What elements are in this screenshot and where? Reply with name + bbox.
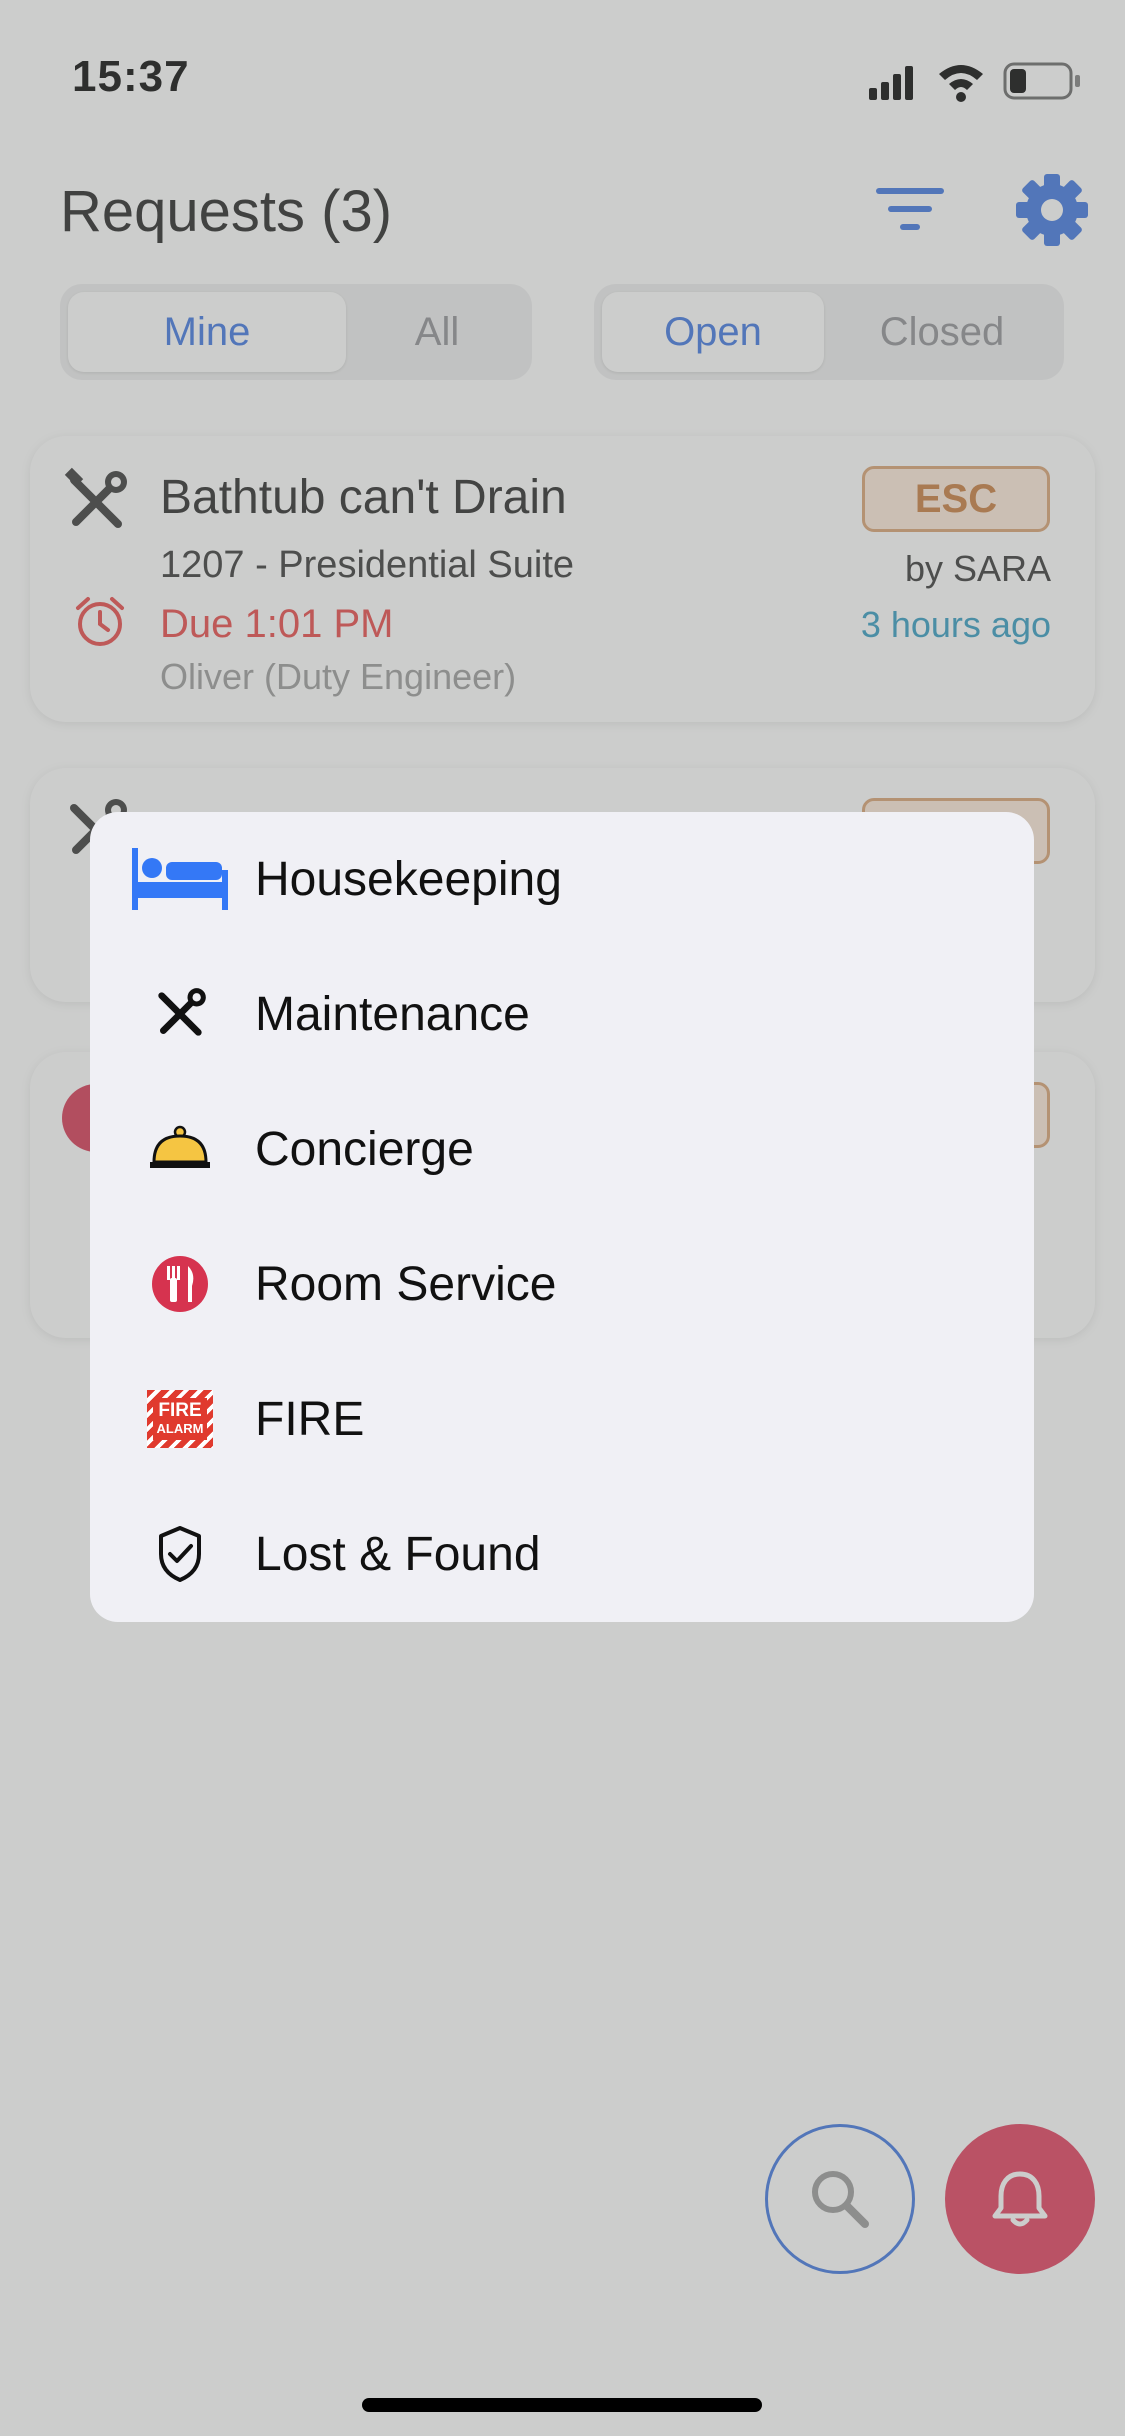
- menu-item-label: Lost & Found: [255, 1528, 541, 1581]
- menu-item-fire[interactable]: FIRE ALARM FIRE: [90, 1352, 1034, 1487]
- fire-icon-text: FIRE: [158, 1400, 202, 1421]
- menu-item-maintenance[interactable]: Maintenance: [90, 947, 1034, 1082]
- menu-item-concierge[interactable]: Concierge: [90, 1082, 1034, 1217]
- service-bell-icon: [130, 1114, 230, 1184]
- bed-icon: [130, 844, 230, 914]
- menu-item-label: Housekeeping: [255, 853, 562, 906]
- tools-icon: [130, 979, 230, 1049]
- fork-knife-icon: [130, 1249, 230, 1319]
- menu-item-room-service[interactable]: Room Service: [90, 1217, 1034, 1352]
- menu-item-label: FIRE: [255, 1393, 365, 1446]
- menu-item-label: Maintenance: [255, 988, 530, 1041]
- alarm-icon-text: ALARM: [156, 1421, 204, 1436]
- request-type-menu: Housekeeping Maintenance Concierge Room …: [90, 812, 1034, 1622]
- shield-check-icon: [130, 1519, 230, 1589]
- menu-item-label: Concierge: [255, 1123, 474, 1176]
- menu-item-lost-found[interactable]: Lost & Found: [90, 1487, 1034, 1622]
- fire-alarm-icon: FIRE ALARM: [130, 1384, 230, 1454]
- menu-item-label: Room Service: [255, 1258, 557, 1311]
- menu-item-housekeeping[interactable]: Housekeeping: [90, 812, 1034, 947]
- home-indicator: [362, 2398, 762, 2412]
